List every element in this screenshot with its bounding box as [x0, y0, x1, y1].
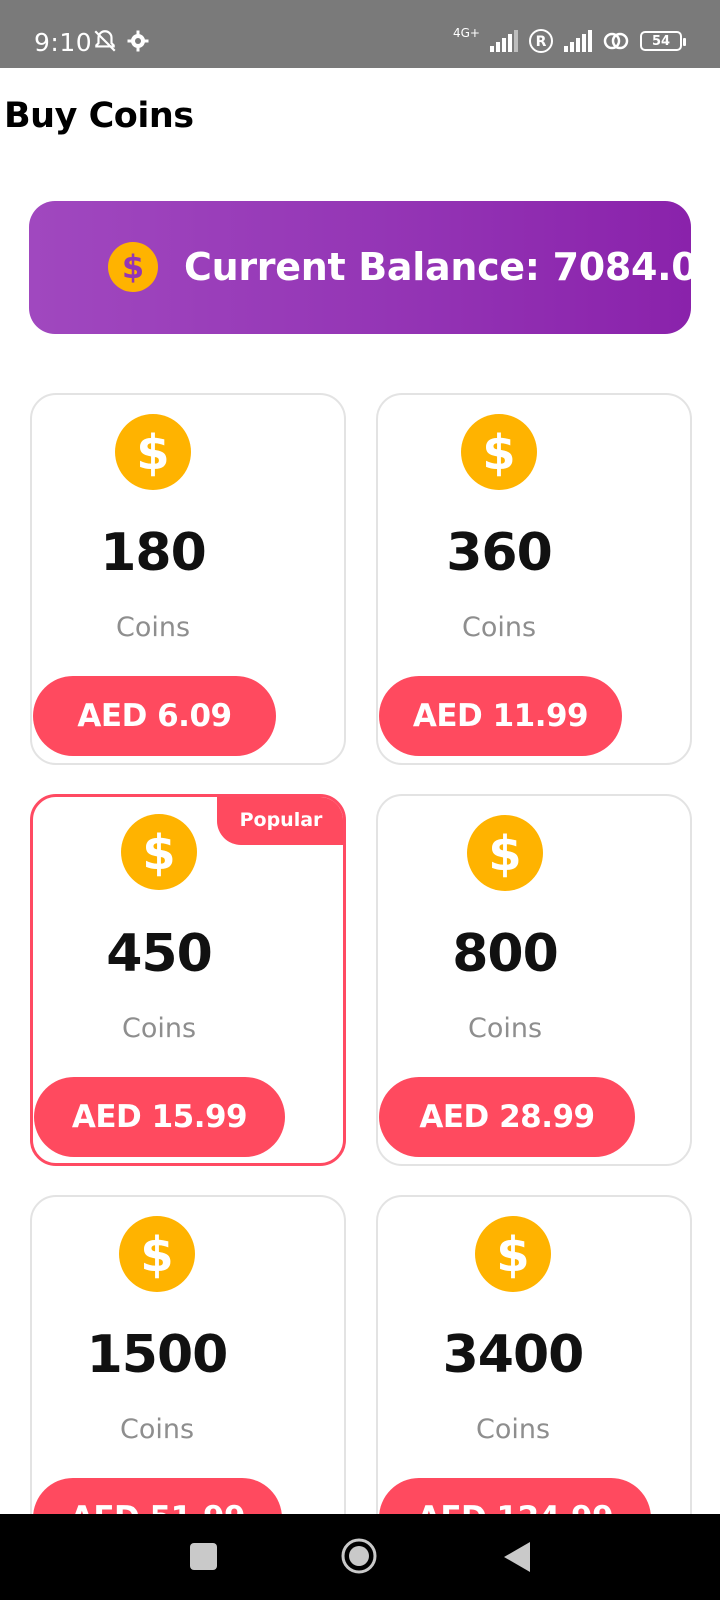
- coin-unit-label: Coins: [121, 1013, 197, 1044]
- coin-package-card-3400[interactable]: $ 3400 Coins AED 124.99: [376, 1195, 692, 1567]
- back-icon[interactable]: [502, 1540, 532, 1574]
- status-bar: 9:10 4G+ R 54: [0, 0, 720, 68]
- signal-icon: [490, 30, 518, 52]
- dollar-coin-icon: $: [461, 414, 537, 490]
- coin-amount: 1500: [86, 1325, 229, 1385]
- coin-package-card-800[interactable]: $ 800 Coins AED 28.99: [376, 794, 692, 1166]
- settings-gear-icon: [127, 30, 149, 52]
- coin-package-card-1500[interactable]: $ 1500 Coins AED 51.99: [30, 1195, 346, 1567]
- buy-price-button[interactable]: AED 28.99: [379, 1077, 635, 1157]
- coin-unit-label: Coins: [115, 612, 191, 643]
- svg-text:$: $: [488, 826, 521, 882]
- dollar-coin-icon: $: [467, 815, 543, 891]
- coin-package-card-180[interactable]: $ 180 Coins AED 6.09: [30, 393, 346, 765]
- battery-level: 54: [651, 33, 671, 49]
- coin-unit-label: Coins: [119, 1414, 195, 1445]
- buy-price-button[interactable]: AED 11.99: [379, 676, 622, 756]
- coin-amount: 450: [106, 924, 213, 984]
- svg-text:$: $: [140, 1227, 173, 1283]
- coin-amount: 180: [100, 523, 207, 583]
- coin-amount: 3400: [442, 1325, 585, 1385]
- buy-price-button[interactable]: AED 15.99: [34, 1077, 285, 1157]
- buy-price-button[interactable]: AED 6.09: [33, 676, 276, 756]
- hotspot-link-icon: [603, 32, 629, 50]
- balance-card: $ Current Balance: 7084.0: [29, 201, 698, 334]
- svg-text:$: $: [142, 825, 175, 881]
- coin-unit-label: Coins: [467, 1013, 543, 1044]
- coin-package-card-360[interactable]: $ 360 Coins AED 11.99: [376, 393, 692, 765]
- dollar-coin-icon: $: [108, 242, 158, 292]
- coin-package-card-450[interactable]: Popular $ 450 Coins AED 15.99: [30, 794, 346, 1166]
- svg-text:$: $: [136, 425, 169, 481]
- coin-unit-label: Coins: [475, 1414, 551, 1445]
- home-icon[interactable]: [340, 1537, 378, 1575]
- status-time: 9:10: [34, 28, 93, 57]
- battery-indicator: 54: [640, 31, 686, 51]
- coin-unit-label: Coins: [461, 612, 537, 643]
- network-type-label: 4G+: [453, 26, 480, 40]
- current-balance-label: Current Balance: 7084.0: [184, 245, 698, 289]
- page-title: Buy Coins: [4, 96, 194, 136]
- svg-text:$: $: [496, 1227, 529, 1283]
- dollar-coin-icon: $: [119, 1216, 195, 1292]
- signal-icon-2: [564, 30, 592, 52]
- recent-apps-icon[interactable]: [190, 1543, 217, 1570]
- svg-text:$: $: [122, 248, 144, 286]
- coin-amount: 800: [452, 924, 559, 984]
- dollar-coin-icon: $: [121, 814, 197, 890]
- coin-amount: 360: [446, 523, 553, 583]
- svg-text:R: R: [536, 34, 547, 50]
- svg-text:$: $: [482, 425, 515, 481]
- dollar-coin-icon: $: [115, 414, 191, 490]
- dollar-coin-icon: $: [475, 1216, 551, 1292]
- system-nav-bar: [0, 1514, 720, 1600]
- popular-badge: Popular: [217, 797, 343, 845]
- muted-bell-icon: [94, 30, 116, 52]
- roaming-icon: R: [529, 29, 553, 53]
